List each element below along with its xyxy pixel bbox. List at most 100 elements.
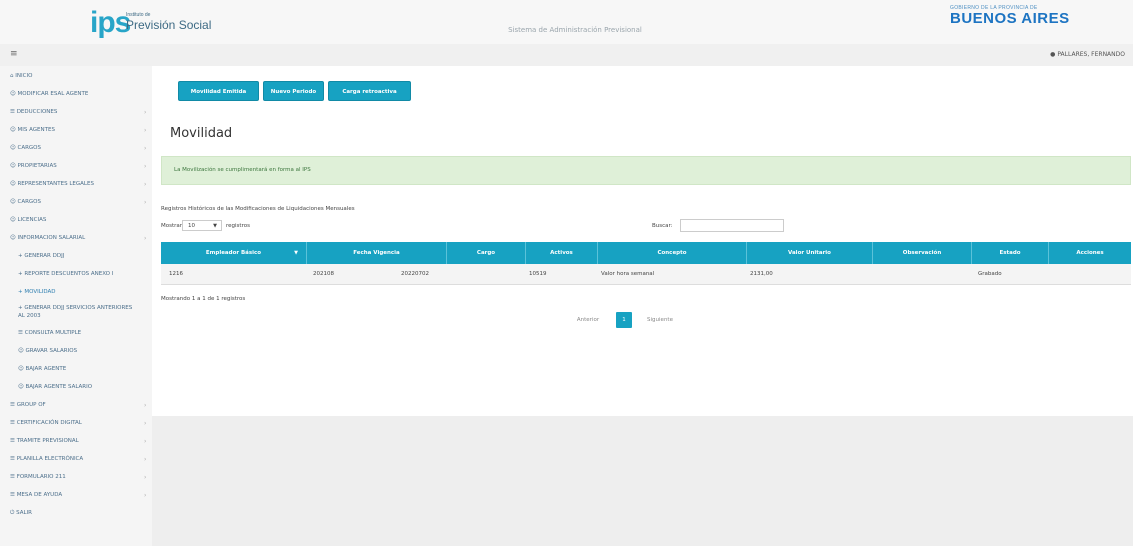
sidebar-item-text: REPRESENTANTES LEGALES <box>17 181 94 187</box>
sidebar-item[interactable]: ☺ LICENCIAS <box>0 212 152 229</box>
sidebar-item-text: SALIR <box>16 510 32 516</box>
column-header[interactable]: Empleador Básico ▼ <box>161 242 307 264</box>
sidebar-item-text: REPORTE DESCUENTOS ANEXO I <box>24 271 114 277</box>
pagination-previous[interactable]: Anterior <box>570 312 606 328</box>
search-label: Buscar: <box>652 223 673 229</box>
table-header: Empleador Básico ▼ Fecha Vigencia Cargo … <box>161 242 1131 264</box>
sidebar-item[interactable]: ☰ CERTIFICACIÓN DIGITAL › <box>0 415 152 432</box>
sidebar-item-text: INICIO <box>15 73 33 79</box>
movilidad-emitida-button[interactable]: Movilidad Emitida <box>178 81 259 101</box>
list-icon: ☰ <box>10 402 17 408</box>
sidebar-item[interactable]: ☰ PLANILLA ELECTRÓNICA › <box>0 451 152 468</box>
sidebar-item-text: MOVILIDAD <box>24 289 56 295</box>
sidebar: ⌂ INICIO ☺ MODIFICAR ESAL AGENTE ☰ DEDUCCI… <box>0 66 152 546</box>
sidebar-item-label: + MOVILIDAD <box>18 284 56 301</box>
sidebar-item-label: ☺ INFORMACION SALARIAL <box>10 230 85 247</box>
column-header[interactable]: Concepto <box>598 242 747 264</box>
ips-logo[interactable]: ips <box>90 8 131 38</box>
carga-retroactiva-button[interactable]: Carga retroactiva <box>328 81 411 101</box>
system-title: Sistema de Administración Previsional <box>508 26 642 34</box>
sidebar-item[interactable]: ☺ PROPIETARIAS › <box>0 158 152 175</box>
chevron-right-icon: › <box>144 474 147 481</box>
sidebar-item-label: ☺ GRAVAR SALARIOS <box>18 343 77 360</box>
sidebar-item-text: BAJAR AGENTE <box>25 366 67 372</box>
sidebar-item-text: FORMULARIO 211 <box>16 474 66 480</box>
sidebar-item-label: ☺ BAJAR AGENTE <box>18 361 66 378</box>
sidebar-item[interactable]: ☺ GRAVAR SALARIOS <box>0 343 152 360</box>
pagination-current-page[interactable]: 1 <box>616 312 632 328</box>
sidebar-item[interactable]: ☺ MODIFICAR ESAL AGENTE <box>0 86 152 103</box>
sidebar-item-text: GROUP OF <box>16 402 46 408</box>
table-cell: 1216 <box>169 271 183 277</box>
sidebar-item-label: ☰ CONSULTA MULTIPLE <box>18 325 81 342</box>
sidebar-item[interactable]: ☺ MIS AGENTES › <box>0 122 152 139</box>
sidebar-item[interactable]: ☺ CARGOS › <box>0 140 152 157</box>
sidebar-item[interactable]: ☰ CONSULTA MULTIPLE <box>0 325 152 342</box>
sidebar-item-text: DEDUCCIONES <box>16 109 58 115</box>
pagination-next[interactable]: Siguiente <box>638 312 682 328</box>
column-header[interactable]: Acciones <box>1049 242 1131 264</box>
column-header[interactable]: Fecha Vigencia <box>307 242 447 264</box>
user-name: PALLARES, FERNANDO <box>1057 51 1125 58</box>
sidebar-item-label: ☰ DEDUCCIONES <box>10 104 57 121</box>
sidebar-item-text: BAJAR AGENTE SALARIO <box>25 384 93 390</box>
table-cell: 2131,00 <box>750 271 773 277</box>
page-length-value: 10 <box>188 223 195 229</box>
sidebar-item-text: MIS AGENTES <box>17 127 55 133</box>
success-alert: La Movilización se cumplimentará en form… <box>161 156 1131 185</box>
sidebar-item[interactable]: ☺ BAJAR AGENTE <box>0 361 152 378</box>
chevron-right-icon: › <box>144 181 147 188</box>
sidebar-item[interactable]: ☺ REPRESENTANTES LEGALES › <box>0 176 152 193</box>
sidebar-item-label: ☺ MODIFICAR ESAL AGENTE <box>10 86 88 103</box>
sidebar-item[interactable]: + REPORTE DESCUENTOS ANEXO I <box>0 266 152 283</box>
sidebar-item-text: PROPIETARIAS <box>17 163 57 169</box>
page-length-select[interactable]: 10 ▼ <box>182 220 222 231</box>
table-info: Mostrando 1 a 1 de 1 registros <box>161 296 246 302</box>
chevron-right-icon: › <box>144 438 147 445</box>
sidebar-item[interactable]: ☰ FORMULARIO 211 › <box>0 469 152 486</box>
sidebar-item[interactable]: ⏻ SALIR <box>0 505 152 522</box>
nuevo-periodo-button[interactable]: Nuevo Periodo <box>263 81 324 101</box>
search-input[interactable] <box>680 219 784 232</box>
column-header[interactable]: Estado <box>972 242 1049 264</box>
user-icon: ● <box>1050 51 1056 58</box>
gov-logo: BUENOS AIRES <box>950 10 1070 27</box>
sidebar-item-text: MESA DE AYUDA <box>16 492 63 498</box>
list-icon: ☰ <box>10 438 17 444</box>
sidebar-item-label: ☺ REPRESENTANTES LEGALES <box>10 176 94 193</box>
sort-icon: ▼ <box>294 250 298 256</box>
sidebar-item[interactable]: + GENERAR DDJJ SERVICIOS ANTERIORES AL 2… <box>0 302 152 324</box>
sidebar-item[interactable]: ☰ GROUP OF › <box>0 397 152 414</box>
sidebar-item[interactable]: + MOVILIDAD <box>0 284 152 301</box>
sidebar-item-label: ☺ BAJAR AGENTE SALARIO <box>18 379 92 396</box>
show-label: Mostrar <box>161 223 183 229</box>
column-header[interactable]: Activos <box>526 242 598 264</box>
sidebar-item-label: ⏻ SALIR <box>10 505 32 522</box>
sidebar-item[interactable]: ☺ CARGOS › <box>0 194 152 211</box>
user-menu[interactable]: ● PALLARES, FERNANDO <box>1050 51 1125 58</box>
logo-text: Previsión Social <box>126 18 212 32</box>
sidebar-item-label: ☰ PLANILLA ELECTRÓNICA <box>10 451 83 468</box>
hamburger-menu-icon[interactable]: ≡ <box>10 49 18 59</box>
sidebar-item-text: LICENCIAS <box>17 217 47 223</box>
chevron-right-icon: › <box>144 402 147 409</box>
column-header[interactable]: Cargo <box>447 242 526 264</box>
top-bar: ≡ ● PALLARES, FERNANDO <box>0 44 1133 66</box>
sidebar-item[interactable]: ☰ MESA DE AYUDA › <box>0 487 152 504</box>
sidebar-item[interactable]: + GENERAR DDJJ <box>0 248 152 265</box>
column-header[interactable]: Valor Unitario <box>747 242 873 264</box>
list-icon: ☰ <box>10 456 17 462</box>
sidebar-item[interactable]: ⌂ INICIO <box>0 68 152 85</box>
chevron-right-icon: › <box>144 109 147 116</box>
column-header[interactable]: Observación <box>873 242 972 264</box>
sidebar-item-label: ☰ TRAMITE PREVISIONAL <box>10 433 79 450</box>
sidebar-item-text: CARGOS <box>17 199 41 205</box>
list-icon: ☰ <box>10 109 17 115</box>
alert-text: La Movilización se cumplimentará en form… <box>174 167 311 173</box>
sidebar-item[interactable]: ☰ TRAMITE PREVISIONAL › <box>0 433 152 450</box>
main-content <box>152 66 1133 416</box>
sidebar-item[interactable]: ☺ BAJAR AGENTE SALARIO <box>0 379 152 396</box>
chevron-right-icon: › <box>144 199 147 206</box>
sidebar-item[interactable]: ☰ DEDUCCIONES › <box>0 104 152 121</box>
sidebar-item[interactable]: ☺ INFORMACION SALARIAL › <box>0 230 152 247</box>
